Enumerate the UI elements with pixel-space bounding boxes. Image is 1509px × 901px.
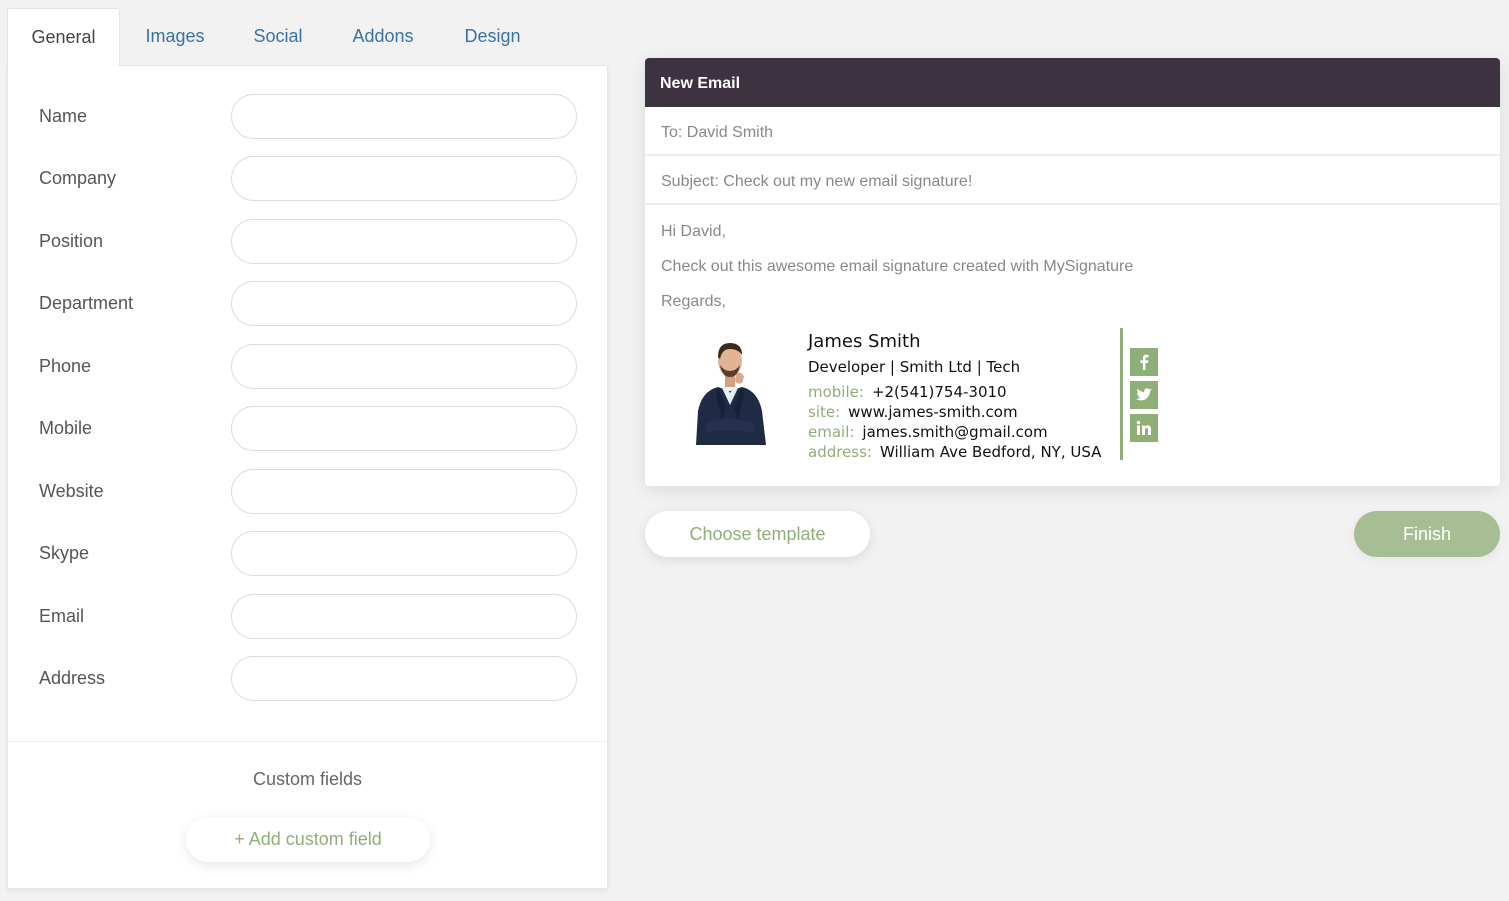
tab-bar: General Images Social Addons Design [7, 8, 545, 66]
phone-input[interactable] [231, 344, 577, 389]
tab-addons[interactable]: Addons [326, 8, 440, 65]
signature-site-key: site: [808, 403, 841, 421]
address-input[interactable] [231, 656, 577, 701]
signature-role: Developer | Smith Ltd | Tech [808, 358, 1021, 376]
field-row-website: Website [8, 469, 607, 515]
tab-social[interactable]: Social [230, 8, 326, 65]
email-subject-line: Subject: Check out my new email signatur… [645, 156, 1500, 205]
field-row-address: Address [8, 656, 607, 702]
signature-email-key: email: [808, 423, 855, 441]
field-row-department: Department [8, 281, 607, 327]
field-row-email: Email [8, 594, 607, 640]
signature-mobile: mobile: +2(541)754-3010 [808, 383, 1007, 401]
field-row-company: Company [8, 156, 607, 202]
field-row-phone: Phone [8, 344, 607, 390]
department-label: Department [39, 293, 134, 313]
email-preview: New Email To: David Smith Subject: Check… [645, 58, 1500, 486]
email-closing: Regards, [661, 293, 726, 310]
section-divider [8, 741, 607, 742]
choose-template-button[interactable]: Choose template [645, 511, 870, 557]
signature-divider [1120, 328, 1123, 460]
name-input[interactable] [231, 94, 577, 139]
email-to-line: To: David Smith [645, 107, 1500, 156]
email-input[interactable] [231, 594, 577, 639]
signature-site: site: www.james-smith.com [808, 403, 1018, 421]
tab-general[interactable]: General [7, 8, 120, 66]
email-greeting: Hi David, [661, 223, 726, 240]
finish-button[interactable]: Finish [1354, 511, 1500, 557]
signature-address-value: William Ave Bedford, NY, USA [879, 443, 1102, 461]
signature-mobile-key: mobile: [808, 383, 864, 401]
signature-email-value[interactable]: james.smith@gmail.com [862, 423, 1047, 441]
name-label: Name [39, 106, 88, 126]
field-row-position: Position [8, 219, 607, 265]
signature-email: email: james.smith@gmail.com [808, 423, 1048, 441]
email-label: Email [39, 606, 85, 626]
mobile-input[interactable] [231, 406, 577, 451]
mobile-label: Mobile [39, 418, 93, 438]
department-input[interactable] [231, 281, 577, 326]
field-row-name: Name [8, 94, 607, 140]
email-body: Hi David, Check out this awesome email s… [645, 205, 1500, 310]
twitter-icon[interactable] [1130, 381, 1158, 409]
signature-mobile-value: +2(541)754-3010 [871, 383, 1007, 401]
facebook-icon[interactable] [1130, 348, 1158, 376]
linkedin-icon[interactable] [1130, 414, 1158, 442]
email-window-title: New Email [645, 58, 1500, 107]
skype-input[interactable] [231, 531, 577, 576]
field-row-skype: Skype [8, 531, 607, 577]
signature-block: James Smith Developer | Smith Ltd | Tech… [645, 328, 1500, 468]
address-label: Address [39, 668, 106, 688]
position-label: Position [39, 231, 104, 251]
avatar [696, 343, 766, 445]
website-label: Website [39, 481, 104, 501]
phone-label: Phone [39, 356, 92, 376]
add-custom-field-button[interactable]: + Add custom field [186, 817, 430, 862]
general-form-panel: Name Company Position Department Phone M… [7, 65, 608, 889]
tab-design[interactable]: Design [440, 8, 545, 65]
custom-fields-heading: Custom fields [252, 769, 363, 789]
tab-images[interactable]: Images [120, 8, 230, 65]
position-input[interactable] [231, 219, 577, 264]
skype-label: Skype [39, 543, 90, 563]
signature-address: address: William Ave Bedford, NY, USA [808, 443, 1101, 461]
signature-name: James Smith [808, 331, 921, 352]
website-input[interactable] [231, 469, 577, 514]
signature-site-value[interactable]: www.james-smith.com [848, 403, 1017, 421]
company-input[interactable] [231, 156, 577, 201]
field-row-mobile: Mobile [8, 406, 607, 452]
email-message: Check out this awesome email signature c… [661, 258, 1134, 275]
company-label: Company [39, 168, 117, 188]
signature-address-key: address: [808, 443, 872, 461]
